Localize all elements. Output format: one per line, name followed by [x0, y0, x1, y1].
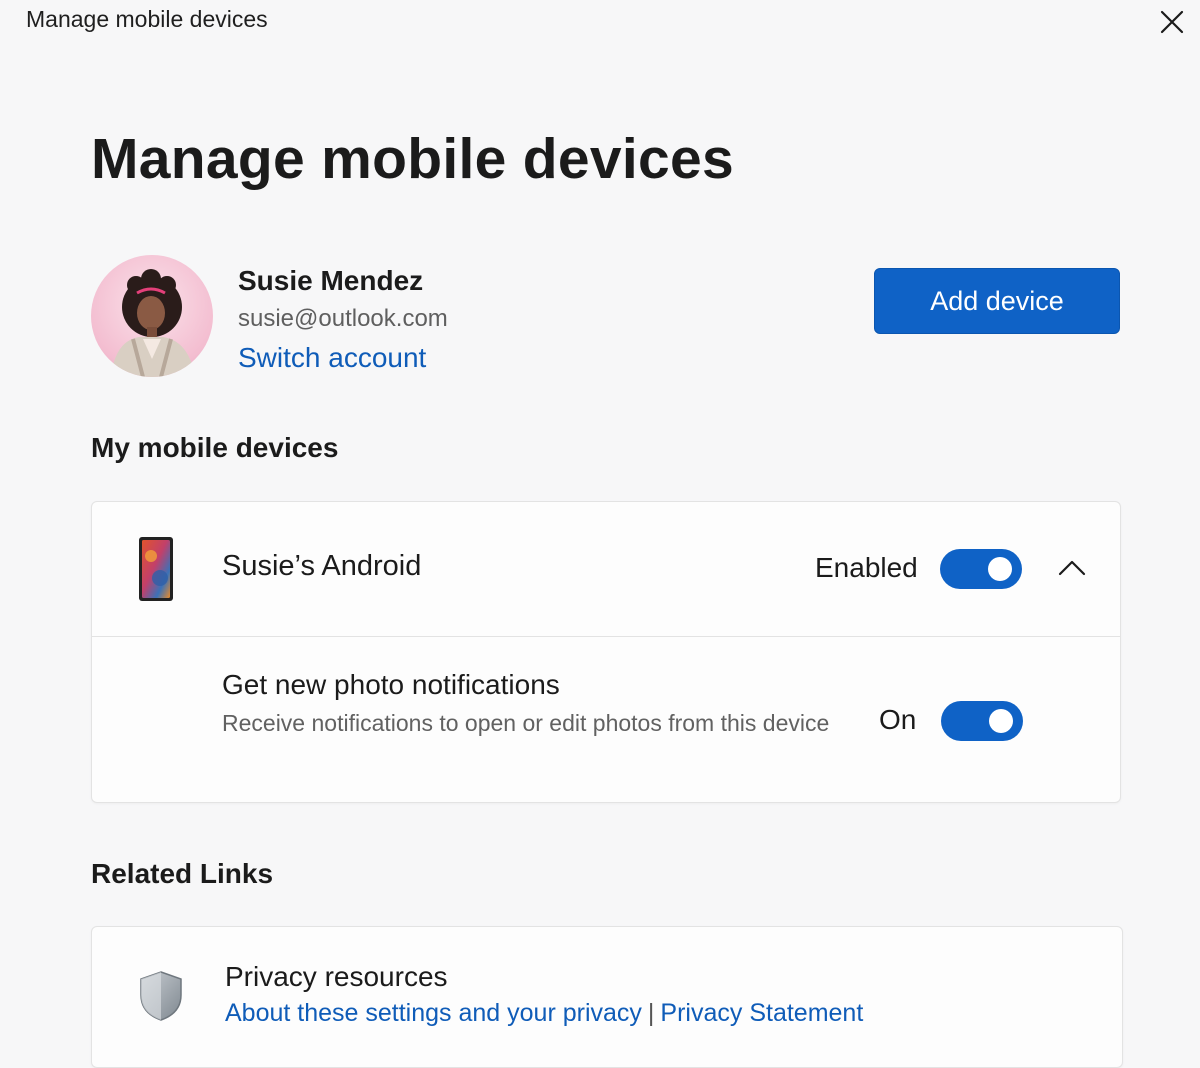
privacy-statement-link[interactable]: Privacy Statement	[660, 999, 863, 1027]
photo-notifications-toggle[interactable]	[941, 701, 1023, 741]
add-device-button[interactable]: Add device	[874, 268, 1120, 334]
collapse-button[interactable]	[1052, 552, 1092, 584]
setting-description: Receive notifications to open or edit ph…	[222, 710, 830, 736]
toggle-knob	[989, 709, 1013, 733]
privacy-card: Privacy resources About these settings a…	[91, 926, 1123, 1068]
device-name: Susie’s Android	[222, 550, 422, 582]
link-separator: |	[647, 999, 655, 1027]
avatar	[91, 255, 213, 377]
toggle-knob	[988, 557, 1012, 581]
close-icon	[1160, 10, 1184, 34]
shield-icon	[136, 969, 186, 1023]
title-bar: Manage mobile devices	[0, 0, 1200, 44]
page-title: Manage mobile devices	[91, 127, 735, 191]
account-name: Susie Mendez	[238, 265, 424, 296]
chevron-up-icon	[1058, 560, 1086, 576]
device-enabled-toggle[interactable]	[940, 549, 1022, 589]
switch-account-link[interactable]: Switch account	[238, 342, 426, 374]
window-title: Manage mobile devices	[26, 6, 268, 32]
account-email: susie@outlook.com	[238, 305, 448, 332]
my-devices-heading: My mobile devices	[91, 432, 339, 463]
privacy-links: About these settings and your privacy | Pr…	[225, 999, 863, 1028]
privacy-about-link[interactable]: About these settings and your privacy	[225, 999, 642, 1027]
card-divider	[92, 636, 1120, 637]
device-status-label: Enabled	[815, 552, 918, 583]
setting-state-label: On	[879, 704, 917, 735]
phone-icon	[138, 536, 174, 602]
device-card: Susie’s Android Enabled Get new photo no…	[91, 501, 1121, 803]
setting-title: Get new photo notifications	[222, 669, 560, 700]
close-button[interactable]	[1156, 6, 1188, 38]
related-links-heading: Related Links	[91, 858, 274, 889]
privacy-title: Privacy resources	[225, 961, 448, 992]
